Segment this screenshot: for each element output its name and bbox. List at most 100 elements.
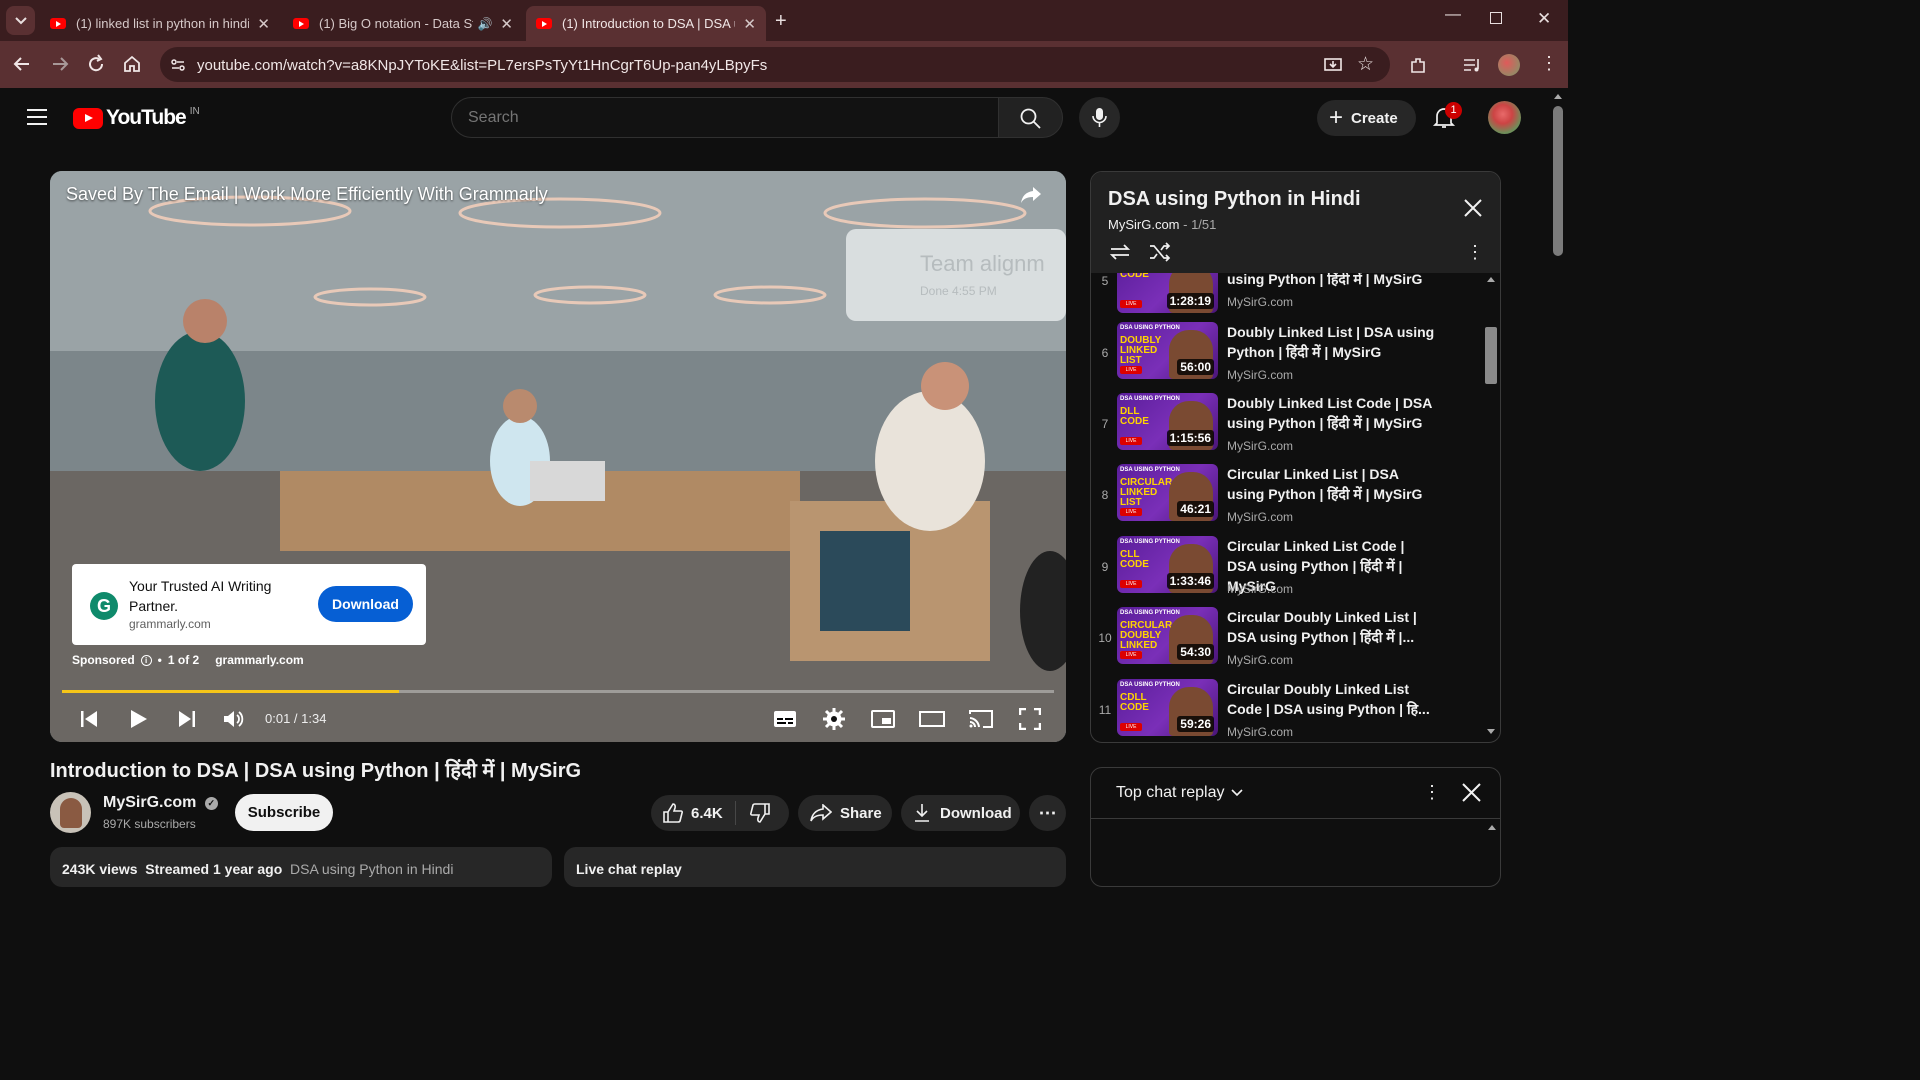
media-controls-icon[interactable] [1462, 56, 1482, 74]
forward-button[interactable] [50, 54, 70, 74]
create-button[interactable]: + Create [1317, 100, 1416, 136]
playlist-item-thumbnail[interactable]: DSA USING PYTHON CLL CODE LIVE 1:33:46 [1117, 536, 1218, 593]
page-scrollbar[interactable] [1552, 92, 1564, 882]
back-button[interactable] [12, 54, 32, 74]
menu-icon[interactable] [26, 108, 48, 126]
scroll-down-arrow[interactable] [1487, 729, 1495, 734]
close-window-button[interactable]: ✕ [1537, 9, 1551, 29]
share-button[interactable]: Share [798, 795, 892, 831]
playlist-item-thumbnail[interactable]: DSA USING PYTHON DLL CODE LIVE 1:15:56 [1117, 393, 1218, 450]
page-scroll-thumb[interactable] [1553, 106, 1563, 256]
info-icon[interactable]: i [140, 654, 152, 666]
fullscreen-button[interactable] [1014, 703, 1046, 735]
theater-mode-button[interactable] [916, 703, 948, 735]
bookmark-star-icon[interactable]: ☆ [1357, 55, 1374, 75]
scroll-up-arrow[interactable] [1487, 277, 1495, 282]
close-icon[interactable]: ✕ [743, 15, 756, 33]
close-playlist-button[interactable] [1463, 198, 1483, 218]
tab-search-button[interactable] [6, 6, 35, 35]
playlist-item-thumbnail[interactable]: DSA USING PYTHON CIRCULAR DOUBLY LINKED L… [1117, 607, 1218, 664]
thumbnail-text: DOUBLY LINKED LIST [1120, 335, 1162, 366]
playlist-item-channel[interactable]: MySirG.com [1227, 368, 1293, 382]
channel-name[interactable]: MySirG.com ✓ [103, 794, 218, 812]
chat-menu-icon[interactable]: ⋮ [1423, 782, 1441, 803]
tab-linked-list[interactable]: (1) linked list in python in hindi ✕ [40, 6, 280, 41]
playlist-item-channel[interactable]: MySirG.com [1227, 653, 1293, 667]
loop-button[interactable] [1108, 242, 1132, 262]
chat-mode-dropdown[interactable]: Top chat replay [1116, 784, 1243, 802]
playlist-item-channel[interactable]: MySirG.com [1227, 510, 1293, 524]
next-button[interactable] [171, 703, 203, 735]
address-bar[interactable]: youtube.com/watch?v=a8KNpJYToKE&list=PL7… [160, 47, 1390, 82]
minimize-button[interactable]: — [1445, 6, 1461, 24]
ad-download-button[interactable]: Download [318, 586, 413, 622]
description-box[interactable]: 243K views Streamed 1 year ago DSA using… [50, 847, 552, 887]
playlist-item-channel[interactable]: MySirG.com [1227, 582, 1293, 596]
play-button[interactable] [123, 703, 155, 735]
playlist-item[interactable]: 8 DSA USING PYTHON CIRCULAR LINKED LIST LIV… [1091, 464, 1491, 535]
home-button[interactable] [122, 54, 142, 74]
playlist-item-thumbnail[interactable]: DSA USING PYTHON CIRCULAR LINKED LIST LIVE… [1117, 464, 1218, 521]
playlist-item-channel[interactable]: MySirG.com [1227, 725, 1293, 739]
playlist-item[interactable]: 11 DSA USING PYTHON CDLL CODE LIVE 59:26 Circ… [1091, 679, 1491, 742]
video-player[interactable]: Team alignm Done 4:55 PM Saved By The Em… [50, 171, 1066, 742]
shuffle-button[interactable] [1149, 242, 1171, 262]
miniplayer-button[interactable] [867, 703, 899, 735]
settings-button[interactable] [818, 703, 850, 735]
playlist-item[interactable]: 10 DSA USING PYTHON CIRCULAR DOUBLY LINKED… [1091, 607, 1491, 678]
more-actions-button[interactable]: ⋯ [1029, 795, 1066, 831]
search-box[interactable] [451, 97, 999, 138]
page-scroll-up-arrow[interactable] [1554, 94, 1562, 99]
playlist-item-channel[interactable]: MySirG.com [1227, 439, 1293, 453]
like-button[interactable]: 6.4K [651, 801, 736, 825]
close-icon[interactable]: ✕ [500, 15, 513, 33]
live-chat-replay-box[interactable]: Live chat replay [564, 847, 1066, 887]
playlist-channel[interactable]: MySirG.com [1108, 217, 1180, 232]
playlist-scroll-thumb[interactable] [1485, 327, 1497, 384]
playlist-item[interactable]: 6 DSA USING PYTHON DOUBLY LINKED LIST LIVE 5… [1091, 322, 1491, 393]
voice-search-button[interactable] [1079, 97, 1120, 138]
install-app-icon[interactable] [1323, 55, 1343, 75]
previous-button[interactable] [73, 703, 105, 735]
chat-scroll-up-arrow[interactable] [1488, 825, 1496, 830]
playlist-item-thumbnail[interactable]: DSA USING PYTHON DOUBLY LINKED LIST LIVE 56… [1117, 322, 1218, 379]
dislike-button[interactable] [736, 803, 770, 823]
playlist-item[interactable]: 9 DSA USING PYTHON CLL CODE LIVE 1:33:46 Circ… [1091, 536, 1491, 607]
extensions-icon[interactable] [1408, 55, 1428, 75]
playlist-menu-icon[interactable]: ⋮ [1466, 242, 1484, 263]
restore-button[interactable] [1490, 12, 1502, 24]
progress-bar[interactable] [62, 690, 1054, 693]
channel-avatar[interactable] [50, 792, 91, 833]
subscribe-button[interactable]: Subscribe [235, 794, 333, 831]
share-ad-icon[interactable] [1020, 185, 1042, 205]
playlist-scrollbar[interactable] [1485, 275, 1497, 741]
tab-introduction-dsa[interactable]: (1) Introduction to DSA | DSA using Pyth… [526, 6, 766, 41]
playlist-title[interactable]: DSA using Python in Hindi [1108, 188, 1361, 211]
account-avatar[interactable] [1488, 101, 1521, 134]
tab-big-o[interactable]: (1) Big O notation - Data Str 🔊 ✕ [283, 6, 523, 41]
search-button[interactable] [998, 97, 1063, 138]
youtube-logo[interactable]: YouTube IN [73, 106, 200, 130]
subtitles-button[interactable] [769, 703, 801, 735]
playlist-item-thumbnail[interactable]: DSA USING PYTHON CDLL CODE LIVE 59:26 [1117, 679, 1218, 736]
skip-previous-icon [81, 711, 97, 727]
close-chat-button[interactable] [1462, 783, 1481, 802]
new-tab-button[interactable]: + [775, 10, 787, 33]
ad-source[interactable]: grammarly.com [215, 653, 303, 667]
search-input[interactable] [468, 109, 968, 127]
site-settings-icon[interactable] [170, 57, 186, 73]
cast-button[interactable] [965, 703, 997, 735]
ad-card[interactable]: G Your Trusted AI Writing Partner. gramm… [72, 564, 426, 645]
close-icon[interactable]: ✕ [257, 15, 270, 33]
reload-button[interactable] [86, 54, 106, 74]
browser-menu-icon[interactable]: ⋮ [1540, 53, 1558, 73]
notifications-button[interactable]: 1 [1432, 102, 1462, 130]
volume-button[interactable] [218, 703, 250, 735]
speaker-icon[interactable]: 🔊 [477, 17, 492, 31]
ad-title[interactable]: Saved By The Email | Work More Efficient… [66, 184, 548, 205]
playlist-item[interactable]: 7 DSA USING PYTHON DLL CODE LIVE 1:15:56 Doub… [1091, 393, 1491, 464]
profile-avatar[interactable] [1498, 54, 1520, 76]
download-button[interactable]: Download [901, 795, 1020, 831]
playlist-item-channel[interactable]: MySirG.com [1227, 295, 1293, 309]
playlist-link[interactable]: DSA using Python in Hindi [290, 861, 453, 877]
